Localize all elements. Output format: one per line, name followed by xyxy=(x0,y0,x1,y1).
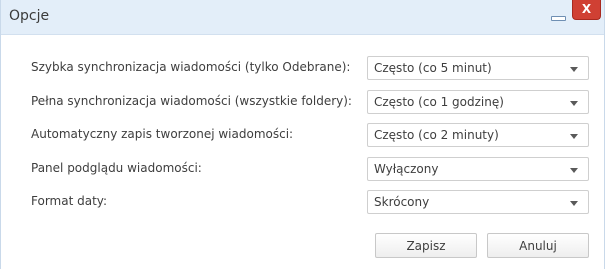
date-format-label: Format daty: xyxy=(31,194,108,208)
chevron-down-icon xyxy=(570,134,578,139)
full-sync-select[interactable]: Często (co 1 godzinę) xyxy=(367,90,589,114)
chevron-down-icon xyxy=(570,67,578,72)
full-sync-label: Pełna synchronizacja wiadomości (wszystk… xyxy=(31,94,352,108)
autosave-label: Automatyczny zapis tworzonej wiadomości: xyxy=(31,127,294,141)
date-format-select[interactable]: Skrócony xyxy=(367,190,589,214)
chevron-down-icon xyxy=(570,168,578,173)
date-format-value: Skrócony xyxy=(374,195,430,209)
autosave-select[interactable]: Często (co 2 minuty) xyxy=(367,123,589,147)
minimize-icon[interactable] xyxy=(547,9,569,25)
dialog-title: Opcje xyxy=(9,8,50,24)
autosave-value: Często (co 2 minuty) xyxy=(374,128,499,142)
close-button[interactable]: X xyxy=(572,0,601,20)
save-button[interactable]: Zapisz xyxy=(375,233,477,258)
preview-panel-value: Wyłączony xyxy=(374,162,439,176)
chevron-down-icon xyxy=(570,101,578,106)
title-bar[interactable]: Opcje X xyxy=(1,0,604,35)
quick-sync-select[interactable]: Często (co 5 minut) xyxy=(367,56,589,80)
preview-panel-label: Panel podglądu wiadomości: xyxy=(31,161,202,175)
options-dialog: Opcje X Szybka synchronizacja wiadomości… xyxy=(0,0,605,269)
preview-panel-select[interactable]: Wyłączony xyxy=(367,157,589,181)
quick-sync-value: Często (co 5 minut) xyxy=(374,61,492,75)
chevron-down-icon xyxy=(570,201,578,206)
full-sync-value: Często (co 1 godzinę) xyxy=(374,95,504,109)
quick-sync-label: Szybka synchronizacja wiadomości (tylko … xyxy=(31,60,351,74)
cancel-button[interactable]: Anuluj xyxy=(487,233,589,258)
